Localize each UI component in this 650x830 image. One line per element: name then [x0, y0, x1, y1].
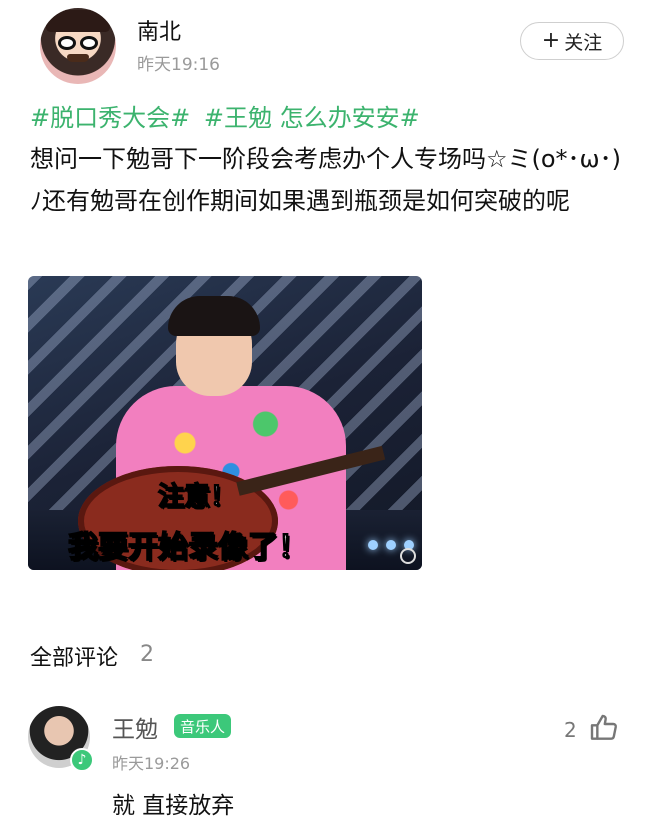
image-caption-line1: 注意！ — [157, 481, 237, 513]
plus-icon: + — [541, 28, 561, 53]
post-image[interactable]: 注意！ 我要开始录像了！ — [28, 276, 422, 570]
post-body-text: 想问一下勉哥下一阶段会考虑办个人专场吗☆ミ(o*･ω･)ﾉ还有勉哥在创作期间如果… — [30, 145, 622, 215]
comment-time: 昨天19:26 — [112, 754, 191, 773]
musician-badge: 音乐人 — [174, 714, 232, 738]
image-caption-line2: 我要开始录像了！ — [67, 529, 309, 566]
topic-tag[interactable]: #脱口秀大会# — [30, 104, 190, 132]
follow-button[interactable]: + 关注 — [520, 22, 624, 60]
like-count: 2 — [564, 718, 577, 742]
author-avatar[interactable] — [40, 8, 116, 84]
post-time: 昨天19:16 — [137, 55, 220, 75]
comment-text: 就 直接放弃 — [112, 793, 235, 819]
avatar-mustache — [67, 54, 89, 62]
follow-label: 关注 — [564, 31, 603, 54]
avatar-glasses-left — [58, 36, 76, 50]
comments-count: 2 — [140, 642, 154, 667]
author-name[interactable]: 南北 — [137, 14, 181, 46]
comment-item: ♪ 王勉 音乐人 昨天19:26 就 直接放弃 2 — [28, 704, 628, 824]
commenter-name[interactable]: 王勉 — [112, 710, 158, 744]
topic-tag[interactable]: #王勉 怎么办安安# — [204, 104, 420, 132]
performer-hair — [168, 296, 260, 336]
avatar-hair — [46, 10, 110, 32]
weibo-watermark-icon — [400, 548, 416, 564]
avatar-glasses-right — [80, 36, 98, 50]
post-header: 南北 昨天19:16 + 关注 — [40, 8, 630, 88]
thumbs-up-icon[interactable] — [588, 712, 620, 744]
topic-tags: #脱口秀大会# #王勉 怎么办安安# — [30, 98, 426, 133]
comments-title: 全部评论 — [30, 646, 119, 671]
music-note-icon: ♪ — [70, 748, 94, 772]
